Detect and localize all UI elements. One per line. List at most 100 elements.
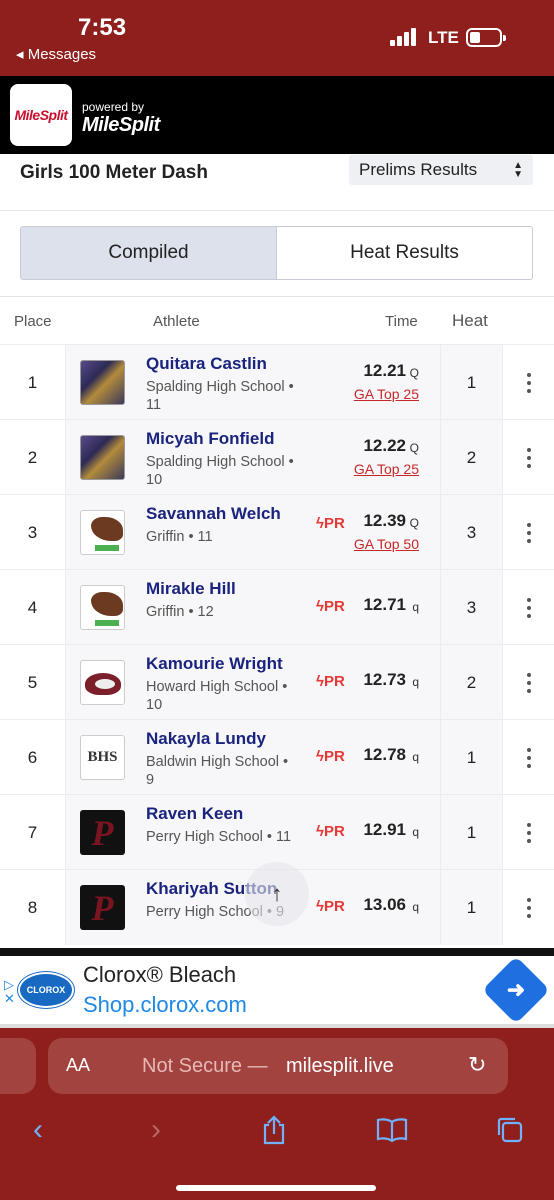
athlete-name-link[interactable]: Quitara Castlin — [146, 354, 267, 374]
table-row[interactable]: 6 BHS Nakayla Lundy Baldwin High School … — [0, 719, 554, 795]
eagle-school-logo — [80, 585, 125, 630]
ad-title: Clorox® Bleach — [83, 962, 237, 987]
row-menu-button[interactable] — [502, 420, 554, 495]
share-button[interactable] — [252, 1108, 296, 1152]
athlete-name-link[interactable]: Nakayla Lundy — [146, 729, 266, 749]
row-menu-button[interactable] — [502, 795, 554, 870]
round-select[interactable]: Prelims Results ▲ ▼ — [349, 155, 533, 185]
address-bar[interactable]: AA Not Secure — milesplit.live ↻ — [48, 1038, 508, 1094]
ad-banner[interactable]: ▷ ✕ CLOROX Clorox® Bleach Shop.clorox.com… — [0, 956, 554, 1024]
tabs-icon — [497, 1117, 523, 1143]
powered-by-brand: MileSplit — [82, 114, 160, 136]
scroll-to-top-button[interactable]: ↑ — [245, 862, 309, 926]
signal-icon — [390, 28, 420, 46]
athlete-name-link[interactable]: Micyah Fonfield — [146, 429, 274, 449]
divider — [0, 210, 554, 211]
back-button[interactable]: ‹ — [16, 1108, 60, 1152]
qualifier-mark: q — [412, 825, 419, 839]
more-vertical-icon — [526, 596, 531, 620]
husky-school-logo — [80, 660, 125, 705]
round-select-value: Prelims Results — [359, 160, 478, 179]
qualifier-mark: Q — [409, 516, 419, 530]
tabs-button[interactable] — [488, 1108, 532, 1152]
mark-time: 13.06 — [363, 895, 406, 914]
mark-time: 12.22 — [363, 436, 406, 455]
results-table-header: Place Athlete Time Heat — [0, 296, 554, 344]
state-rank-link[interactable]: GA Top 25 — [354, 461, 419, 477]
row-menu-button[interactable] — [502, 495, 554, 570]
table-row[interactable]: 5 Kamourie Wright Howard High School • 1… — [0, 644, 554, 720]
more-vertical-icon — [526, 521, 531, 545]
forward-button[interactable]: › — [134, 1108, 178, 1152]
table-row[interactable]: 7 P Raven Keen Perry High School • 11 ϟP… — [0, 794, 554, 870]
pr-badge: ϟPR — [316, 898, 345, 915]
tab-compiled[interactable]: Compiled — [21, 227, 277, 279]
place-cell: 3 — [0, 495, 66, 570]
athlete-school: Spalding High School • 11 — [146, 379, 294, 413]
athlete-cell: P Raven Keen Perry High School • 11 ϟPR … — [66, 795, 440, 870]
heat-cell: 1 — [440, 720, 502, 795]
previous-tab-preview[interactable] — [0, 1038, 36, 1094]
pr-badge: ϟPR — [316, 823, 345, 840]
clock: 7:53 — [78, 14, 127, 41]
clorox-logo: CLOROX — [18, 972, 74, 1008]
reload-icon[interactable]: ↻ — [468, 1052, 486, 1078]
milesplit-logo[interactable]: MileSplit — [10, 84, 72, 146]
ad-url[interactable]: Shop.clorox.com — [83, 992, 247, 1018]
state-rank-link[interactable]: GA Top 25 — [354, 386, 419, 402]
athlete-school: Spalding High School • 10 — [146, 454, 294, 488]
place-cell: 8 — [0, 870, 66, 945]
browser-chrome: AA Not Secure — milesplit.live ↻ ‹ › — [0, 1028, 554, 1200]
athlete-cell: Quitara Castlin Spalding High School • 1… — [66, 345, 440, 420]
reader-settings-button[interactable]: AA — [66, 1055, 90, 1076]
athlete-name-link[interactable]: Raven Keen — [146, 804, 243, 824]
perry-school-logo: P — [80, 885, 125, 930]
athlete-name-link[interactable]: Savannah Welch — [146, 504, 281, 524]
table-row[interactable]: 3 Savannah Welch Griffin • 11 ϟPR 12.39 … — [0, 494, 554, 570]
athlete-school: Baldwin High School • 9 — [146, 754, 289, 788]
athlete-name-link[interactable]: Kamourie Wright — [146, 654, 283, 674]
qualifier-mark: q — [412, 600, 419, 614]
table-row[interactable]: 2 Micyah Fonfield Spalding High School •… — [0, 419, 554, 495]
qualifier-mark: Q — [409, 366, 419, 380]
eagle-school-logo — [80, 510, 125, 555]
heat-cell: 3 — [440, 495, 502, 570]
table-row[interactable]: 1 Quitara Castlin Spalding High School •… — [0, 344, 554, 420]
athlete-cell: Mirakle Hill Griffin • 12 ϟPR 12.71 q — [66, 570, 440, 645]
chevron-right-icon: › — [151, 1113, 161, 1146]
athlete-name-link[interactable]: Mirakle Hill — [146, 579, 236, 599]
place-cell: 5 — [0, 645, 66, 720]
row-menu-button[interactable] — [502, 645, 554, 720]
arrow-up-icon: ↑ — [271, 881, 283, 906]
athlete-school: Perry High School • 11 — [146, 829, 292, 845]
ad-choices-icon[interactable]: ▷ ✕ — [4, 978, 15, 1006]
powered-by-label: powered by — [82, 100, 145, 114]
results-tabs: Compiled Heat Results — [20, 226, 533, 280]
place-cell: 6 — [0, 720, 66, 795]
row-menu-button[interactable] — [502, 570, 554, 645]
bookmarks-button[interactable] — [370, 1108, 414, 1152]
header-time: Time — [385, 313, 418, 330]
tab-heat-results[interactable]: Heat Results — [277, 227, 532, 279]
back-to-messages[interactable]: ◂ Messages — [16, 45, 96, 63]
more-vertical-icon — [526, 371, 531, 395]
more-vertical-icon — [526, 446, 531, 470]
athlete-school: Griffin • 11 — [146, 529, 213, 545]
home-indicator — [176, 1185, 376, 1191]
mark-time: 12.71 — [363, 595, 406, 614]
row-menu-button[interactable] — [502, 720, 554, 795]
heat-cell: 1 — [440, 870, 502, 945]
state-rank-link[interactable]: GA Top 50 — [354, 536, 419, 552]
chevron-updown-icon: ▲ ▼ — [513, 160, 523, 180]
share-icon — [263, 1115, 285, 1145]
pr-badge: ϟPR — [316, 673, 345, 690]
battery-icon — [466, 28, 506, 47]
table-row[interactable]: 4 Mirakle Hill Griffin • 12 ϟPR 12.71 q … — [0, 569, 554, 645]
row-menu-button[interactable] — [502, 345, 554, 420]
mark-time: 12.78 — [363, 745, 406, 764]
athlete-school: Howard High School • 10 — [146, 679, 288, 713]
more-vertical-icon — [526, 896, 531, 920]
athlete-cell: Savannah Welch Griffin • 11 ϟPR 12.39 Q … — [66, 495, 440, 570]
row-menu-button[interactable] — [502, 870, 554, 945]
status-bar: 7:53 ◂ Messages LTE — [0, 0, 554, 76]
